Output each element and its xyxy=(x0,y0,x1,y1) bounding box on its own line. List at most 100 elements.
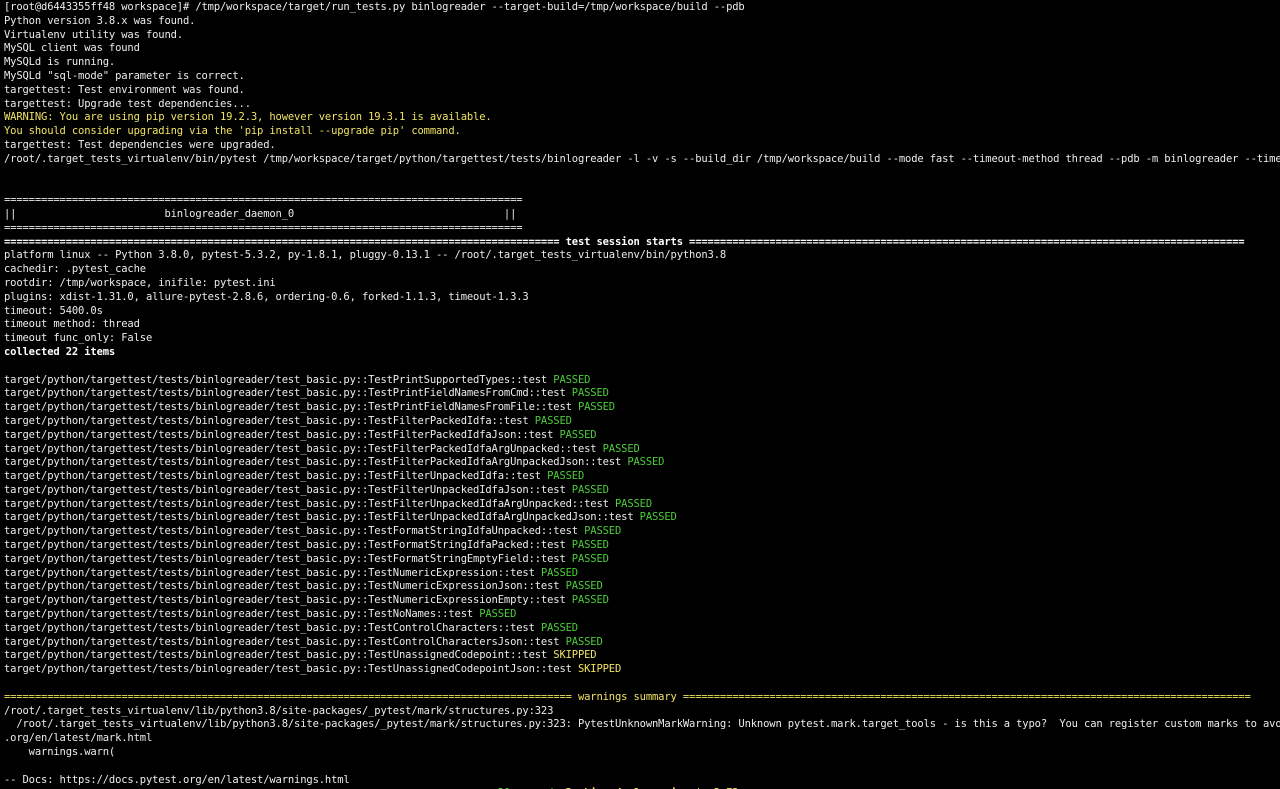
line-text: targettest: Test environment was found. xyxy=(4,83,245,96)
terminal-line: target/python/targettest/tests/binlogrea… xyxy=(4,539,1276,553)
terminal-line: target/python/targettest/tests/binlogrea… xyxy=(4,608,1276,622)
terminal-output[interactable]: [root@d6443355ff48 workspace]# /tmp/work… xyxy=(0,0,1280,789)
terminal-line: target/python/targettest/tests/binlogrea… xyxy=(4,636,1276,650)
line-text: target/python/targettest/tests/binlogrea… xyxy=(4,483,572,496)
line-text: target/python/targettest/tests/binlogrea… xyxy=(4,525,585,538)
line-text: target/python/targettest/tests/binlogrea… xyxy=(4,456,628,469)
line-text: timeout method: thread xyxy=(4,318,140,331)
terminal-line: target/python/targettest/tests/binlogrea… xyxy=(4,567,1276,581)
line-text: target/python/targettest/tests/binlogrea… xyxy=(4,552,572,565)
terminal-line: rootdir: /tmp/workspace, inifile: pytest… xyxy=(4,277,1276,291)
terminal-line: target/python/targettest/tests/binlogrea… xyxy=(4,498,1276,512)
line-text: target/python/targettest/tests/binlogrea… xyxy=(4,539,572,552)
line-text: targettest: Test dependencies were upgra… xyxy=(4,138,276,151)
line-text: target/python/targettest/tests/binlogrea… xyxy=(4,649,554,662)
terminal-line: -- Docs: https://docs.pytest.org/en/late… xyxy=(4,774,1276,788)
terminal-line: timeout method: thread xyxy=(4,318,1276,332)
status-text-pass: PASSED xyxy=(639,511,677,524)
status-text-pass: PASSED xyxy=(584,525,622,538)
line-text: /root/.target_tests_virtualenv/bin/pytes… xyxy=(4,152,1280,165)
terminal-line: ========================================… xyxy=(4,691,1276,705)
terminal-line: target/python/targettest/tests/binlogrea… xyxy=(4,622,1276,636)
terminal-line: target/python/targettest/tests/binlogrea… xyxy=(4,429,1276,443)
line-text: cachedir: .pytest_cache xyxy=(4,263,146,276)
terminal-line: target/python/targettest/tests/binlogrea… xyxy=(4,456,1276,470)
status-text-pass: PASSED xyxy=(534,414,572,427)
status-text-pass: PASSED xyxy=(479,608,517,621)
line-text: [root@d6443355ff48 workspace]# /tmp/work… xyxy=(4,1,745,13)
line-text: target/python/targettest/tests/binlogrea… xyxy=(4,414,535,427)
status-text-skip: SKIPPED xyxy=(553,649,597,662)
terminal-line: Virtualenv utility was found. xyxy=(4,29,1276,43)
line-text: target/python/targettest/tests/binlogrea… xyxy=(4,511,640,524)
line-text: target/python/targettest/tests/binlogrea… xyxy=(4,470,548,483)
status-text-pass: PASSED xyxy=(553,373,591,386)
terminal-line: warnings.warn( xyxy=(4,746,1276,760)
line-text: timeout: 5400.0s xyxy=(4,304,103,317)
status-text-pass: PASSED xyxy=(571,552,609,565)
status-text-pass: PASSED xyxy=(547,470,585,483)
line-text: platform linux -- Python 3.8.0, pytest-5… xyxy=(4,249,727,262)
terminal-line: MySQLd is running. xyxy=(4,56,1276,70)
line-text: MySQLd "sql-mode" parameter is correct. xyxy=(4,69,245,82)
terminal-line: ========================================… xyxy=(4,236,1276,250)
status-text-pass: PASSED xyxy=(540,621,578,634)
status-text-pass: PASSED xyxy=(571,387,609,400)
line-text: .org/en/latest/mark.html xyxy=(4,732,153,745)
terminal-line: MySQLd "sql-mode" parameter is correct. xyxy=(4,70,1276,84)
status-text-pass: PASSED xyxy=(571,483,609,496)
status-text-pass: PASSED xyxy=(571,594,609,607)
line-text: warnings.warn( xyxy=(4,746,116,759)
line-text: plugins: xdist-1.31.0, allure-pytest-2.8… xyxy=(4,290,529,303)
status-text-pass: PASSED xyxy=(577,401,615,414)
terminal-line: target/python/targettest/tests/binlogrea… xyxy=(4,374,1276,388)
status-text-pass: PASSED xyxy=(627,456,665,469)
line-text: rootdir: /tmp/workspace, inifile: pytest… xyxy=(4,276,276,289)
terminal-line: ========================================… xyxy=(4,194,1276,208)
line-text: ========================================… xyxy=(4,221,523,234)
terminal-line: target/python/targettest/tests/binlogrea… xyxy=(4,511,1276,525)
line-text: target/python/targettest/tests/binlogrea… xyxy=(4,566,541,579)
terminal-line: You should consider upgrading via the 'p… xyxy=(4,125,1276,139)
terminal-line: timeout func_only: False xyxy=(4,332,1276,346)
terminal-line: plugins: xdist-1.31.0, allure-pytest-2.8… xyxy=(4,291,1276,305)
terminal-line: targettest: Test environment was found. xyxy=(4,84,1276,98)
status-text-warn: ========================================… xyxy=(4,690,1251,703)
status-text-pass: PASSED xyxy=(565,635,603,648)
line-text: target/python/targettest/tests/binlogrea… xyxy=(4,663,578,676)
terminal-line: target/python/targettest/tests/binlogrea… xyxy=(4,401,1276,415)
line-text: target/python/targettest/tests/binlogrea… xyxy=(4,635,566,648)
line-text: target/python/targettest/tests/binlogrea… xyxy=(4,373,554,386)
terminal-line: target/python/targettest/tests/binlogrea… xyxy=(4,387,1276,401)
terminal-line: target/python/targettest/tests/binlogrea… xyxy=(4,415,1276,429)
terminal-line: Python version 3.8.x was found. xyxy=(4,15,1276,29)
terminal-line: target/python/targettest/tests/binlogrea… xyxy=(4,470,1276,484)
status-text-pass: PASSED xyxy=(571,539,609,552)
line-text: target/python/targettest/tests/binlogrea… xyxy=(4,401,578,414)
line-text: target/python/targettest/tests/binlogrea… xyxy=(4,497,615,510)
terminal-line: ========================================… xyxy=(4,222,1276,236)
line-text: target/python/targettest/tests/binlogrea… xyxy=(4,594,572,607)
line-text: target/python/targettest/tests/binlogrea… xyxy=(4,608,480,621)
terminal-line: timeout: 5400.0s xyxy=(4,305,1276,319)
status-text-pass: PASSED xyxy=(602,442,640,455)
terminal-line: targettest: Test dependencies were upgra… xyxy=(4,139,1276,153)
status-text-pass: PASSED xyxy=(614,497,653,510)
line-text: target/python/targettest/tests/binlogrea… xyxy=(4,442,603,455)
terminal-line: || binlogreader_daemon_0 || xyxy=(4,208,1276,222)
terminal-line: target/python/targettest/tests/binlogrea… xyxy=(4,443,1276,457)
line-text: MySQL client was found xyxy=(4,42,140,55)
line-text: timeout func_only: False xyxy=(4,332,153,345)
line-text: target/python/targettest/tests/binlogrea… xyxy=(4,387,572,400)
line-text: Virtualenv utility was found. xyxy=(4,28,183,41)
line-text: /root/.target_tests_virtualenv/lib/pytho… xyxy=(16,718,1280,731)
terminal-line: target/python/targettest/tests/binlogrea… xyxy=(4,553,1276,567)
status-text-warn: You should consider upgrading via the 'p… xyxy=(4,125,461,138)
terminal-line: /root/.target_tests_virtualenv/lib/pytho… xyxy=(4,718,1280,732)
status-text-skip: SKIPPED xyxy=(577,663,622,676)
